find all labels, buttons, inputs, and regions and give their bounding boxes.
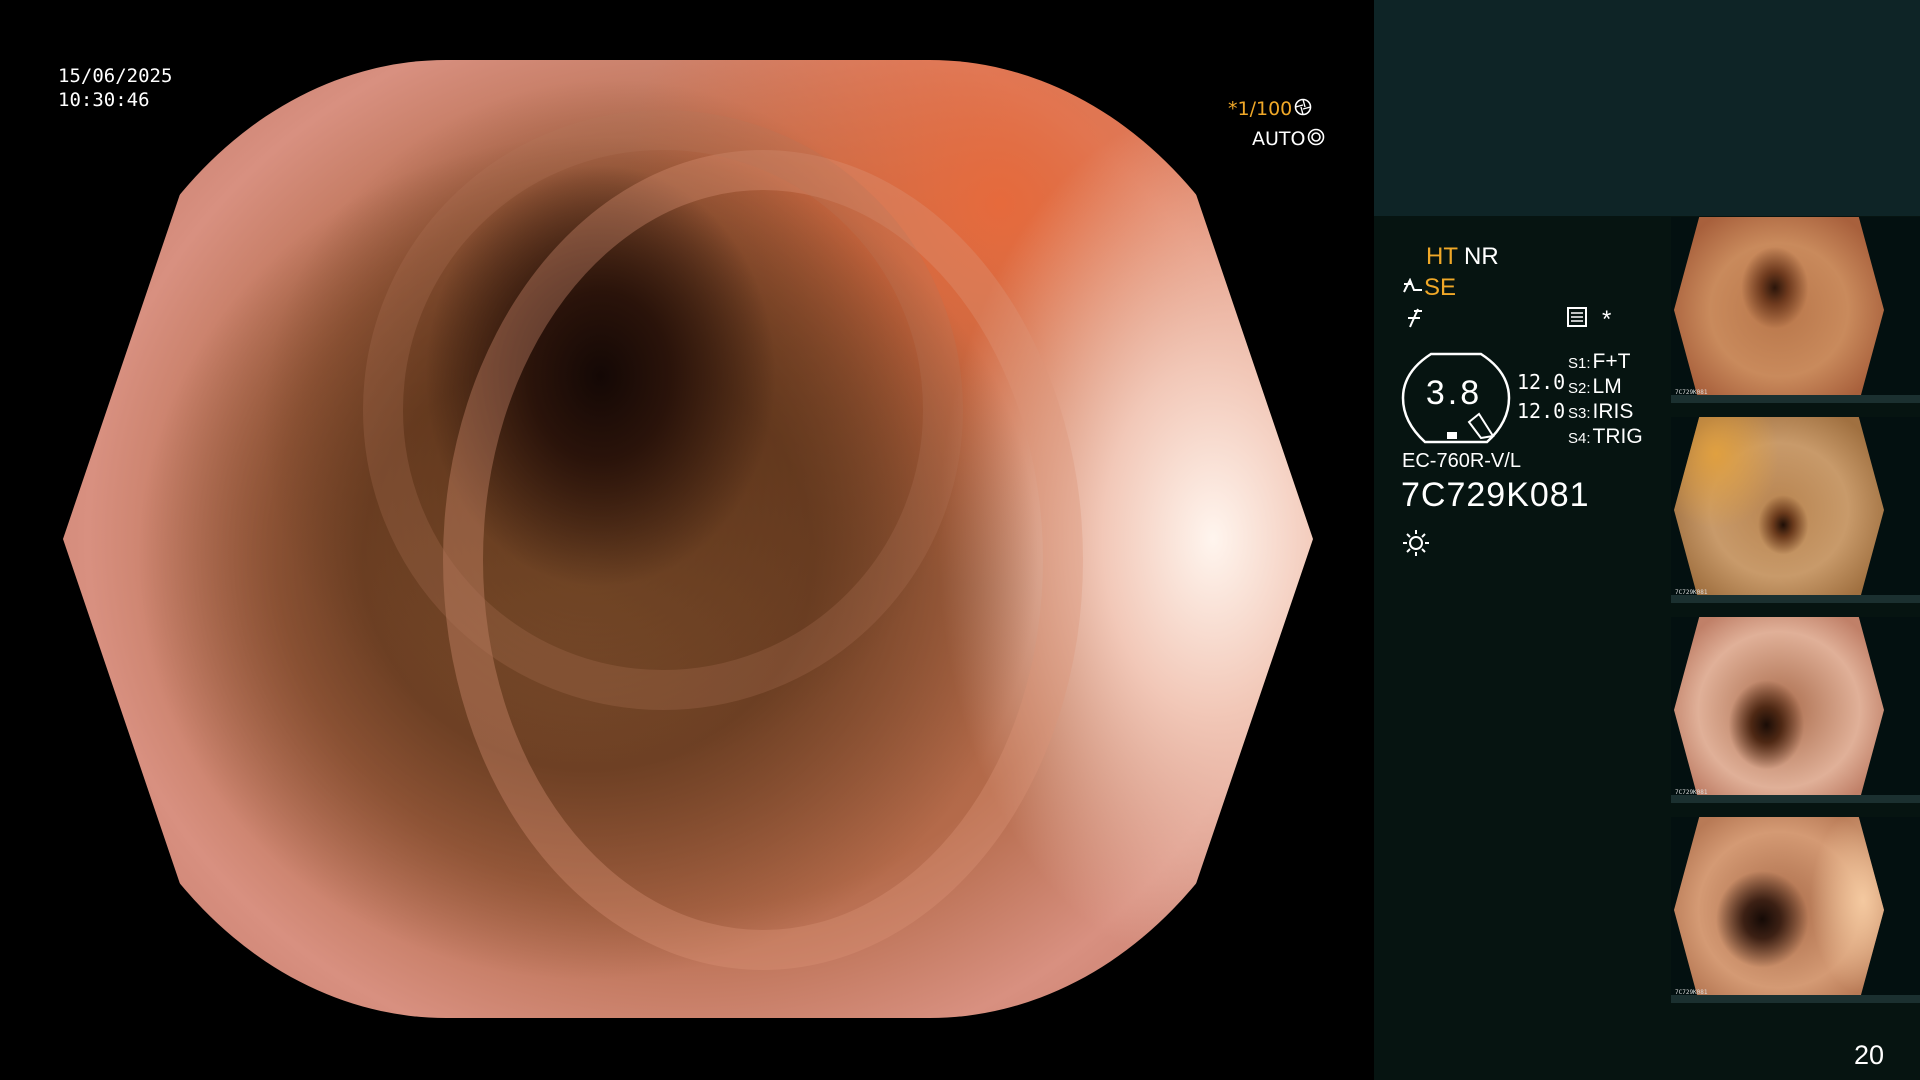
star-indicator: *: [1602, 306, 1612, 333]
switch-value: IRIS: [1592, 400, 1634, 423]
switch-s3: S3:IRIS: [1568, 400, 1633, 424]
freeze-icon: [1404, 307, 1424, 336]
aperture-icon: [1294, 98, 1312, 121]
scope-serial: 7C729K081: [1401, 476, 1590, 514]
dial-value: 3.8: [1425, 374, 1483, 412]
se-indicator: SE: [1424, 274, 1457, 301]
captured-image-thumbnail[interactable]: 7C729K081: [1671, 417, 1920, 603]
switch-key: S3:: [1568, 405, 1591, 422]
thumbnail-bar: [1671, 595, 1920, 603]
endoscope-live-view: [63, 60, 1313, 1018]
iris-mode-indicator: AUTO: [1252, 128, 1325, 151]
date-display: 15/06/2025: [58, 65, 173, 87]
thumbnail-image: [1674, 217, 1884, 403]
captured-image-thumbnail[interactable]: 7C729K081: [1671, 617, 1920, 803]
mucosal-fold: [363, 110, 963, 710]
iris-mode-value: AUTO: [1252, 128, 1306, 150]
switch-s2: S2:LM: [1568, 375, 1622, 399]
nr-indicator: NR: [1464, 243, 1499, 270]
switch-value: F+T: [1592, 350, 1631, 373]
thumbnail-image: [1674, 817, 1884, 1003]
shutter-speed-indicator: *1/100: [1228, 98, 1312, 121]
setting-value-a: 12.0: [1517, 370, 1566, 394]
switch-key: S1:: [1568, 355, 1591, 372]
endoscopy-screen: 15/06/2025 10:30:46 *1/100 AUTO HT NR SE…: [0, 0, 1920, 1080]
switch-key: S4:: [1568, 430, 1591, 447]
switch-value: LM: [1592, 375, 1622, 398]
switch-s4: S4:TRIG: [1568, 425, 1643, 449]
enhance-icon: [1402, 277, 1424, 305]
thumbnail-bar: [1671, 395, 1920, 403]
light-icon: [1401, 528, 1431, 565]
captured-image-thumbnail[interactable]: 7C729K081: [1671, 817, 1920, 1003]
iris-icon: [1307, 128, 1325, 151]
setting-value-b: 12.0: [1517, 399, 1566, 423]
right-panel-header: [1374, 0, 1920, 216]
time-display: 10:30:46: [58, 89, 150, 111]
ht-indicator: HT: [1426, 243, 1458, 270]
thumbnail-image: [1674, 417, 1884, 603]
page-number: 20: [1854, 1040, 1885, 1070]
switch-key: S2:: [1568, 380, 1591, 397]
switch-value: TRIG: [1592, 425, 1643, 448]
switch-s1: S1:F+T: [1568, 350, 1630, 374]
document-icon: [1566, 306, 1588, 335]
shutter-speed-value: *1/100: [1228, 98, 1293, 120]
processor-settings: HT NR SE * 3.8 12.0 12.0 S1:F+T S2:LM S3…: [1374, 216, 1664, 816]
thumbnail-bar: [1671, 795, 1920, 803]
thumbnail-bar: [1671, 995, 1920, 1003]
scope-model: EC-760R-V/L: [1402, 450, 1521, 472]
thumbnail-image: [1674, 617, 1884, 803]
captured-image-thumbnail[interactable]: 7C729K081: [1671, 217, 1920, 403]
